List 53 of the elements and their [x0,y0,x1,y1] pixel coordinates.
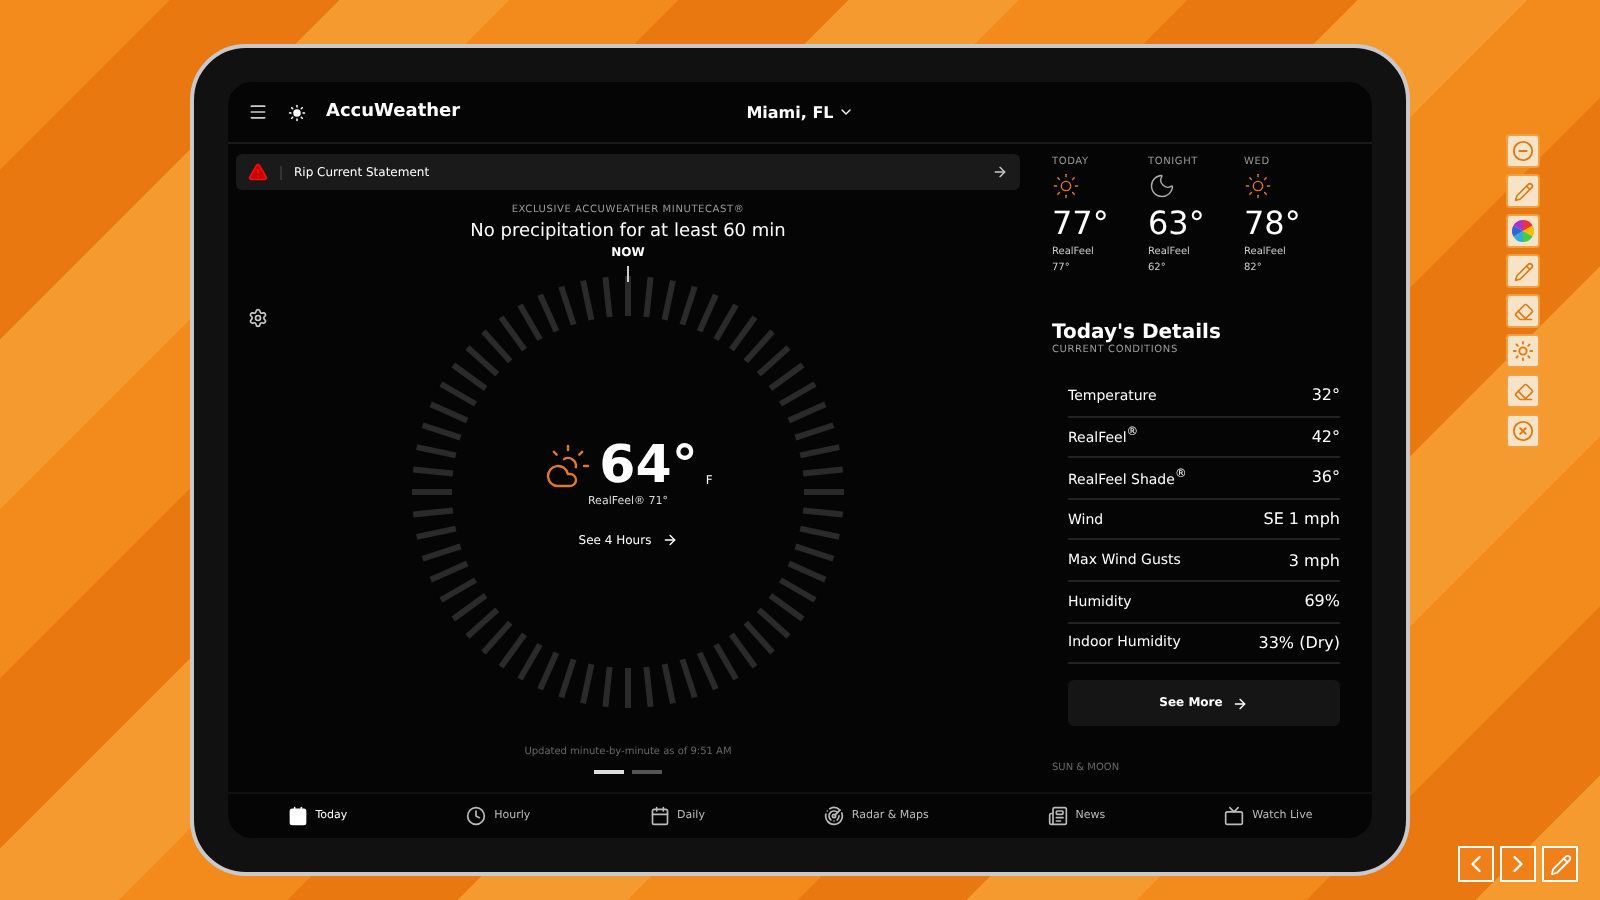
slide-nav-button[interactable] [1500,846,1536,882]
settings-icon[interactable] [248,308,268,328]
location-selector[interactable]: Miami, FL [746,103,854,121]
forecast-temperature: 78° [1244,204,1303,242]
annotation-tool[interactable] [1506,334,1540,368]
annotation-tool[interactable] [1506,214,1540,248]
sun-icon [1052,172,1080,200]
detail-value: SE 1 mph [1263,510,1340,529]
annotation-tool[interactable] [1506,294,1540,328]
arrow-right-icon [1232,695,1249,712]
annotation-tool[interactable] [1506,374,1540,408]
chevron-down-icon [837,104,854,120]
pencil-icon [1513,181,1533,201]
annotation-tool[interactable] [1506,254,1540,288]
detail-value: 32° [1311,386,1340,405]
pencil-icon [1549,853,1571,875]
warning-icon [248,162,268,182]
menu-icon[interactable] [248,102,268,122]
current-temperature: 64° [599,436,698,496]
close-icon [1512,420,1534,442]
slide-nav-button[interactable] [1458,846,1494,882]
detail-value: 69% [1304,592,1340,611]
moon-icon [1148,172,1176,200]
tv-icon [1224,806,1245,826]
detail-value: 42° [1311,427,1340,446]
details-title: Today's Details [1052,322,1223,344]
eraser-icon [1513,381,1533,401]
detail-value: 3 mph [1288,551,1340,570]
detail-value: 36° [1311,468,1340,487]
sun-icon [1244,172,1272,200]
arrow-right-icon [992,164,1008,180]
logo-sun-icon [288,103,306,121]
calendar-icon [287,806,308,826]
radar-icon [823,806,844,826]
forecast-temperature: 77° [1052,204,1111,242]
precipitation-summary: No precipitation for at least 60 min [470,222,786,242]
newspaper-icon [1047,806,1068,826]
pencil-icon [1513,261,1533,281]
annotation-tool[interactable] [1506,134,1540,168]
eraser-icon [1513,301,1533,321]
app-logo: AccuWeather [326,102,461,122]
sun-icon [1512,340,1534,362]
annotation-tool[interactable] [1506,414,1540,448]
detail-value: 33% (Dry) [1258,633,1340,652]
minus-circle-icon [1512,140,1534,162]
partly-sunny-icon [543,442,592,490]
arrow-right-icon [661,532,678,548]
calendar-icon [649,806,670,826]
color-wheel-icon [1512,220,1534,242]
slide-nav-button[interactable] [1542,846,1578,882]
annotation-tool[interactable] [1506,174,1540,208]
clock-icon [466,806,487,826]
forecast-temperature: 63° [1148,204,1207,242]
